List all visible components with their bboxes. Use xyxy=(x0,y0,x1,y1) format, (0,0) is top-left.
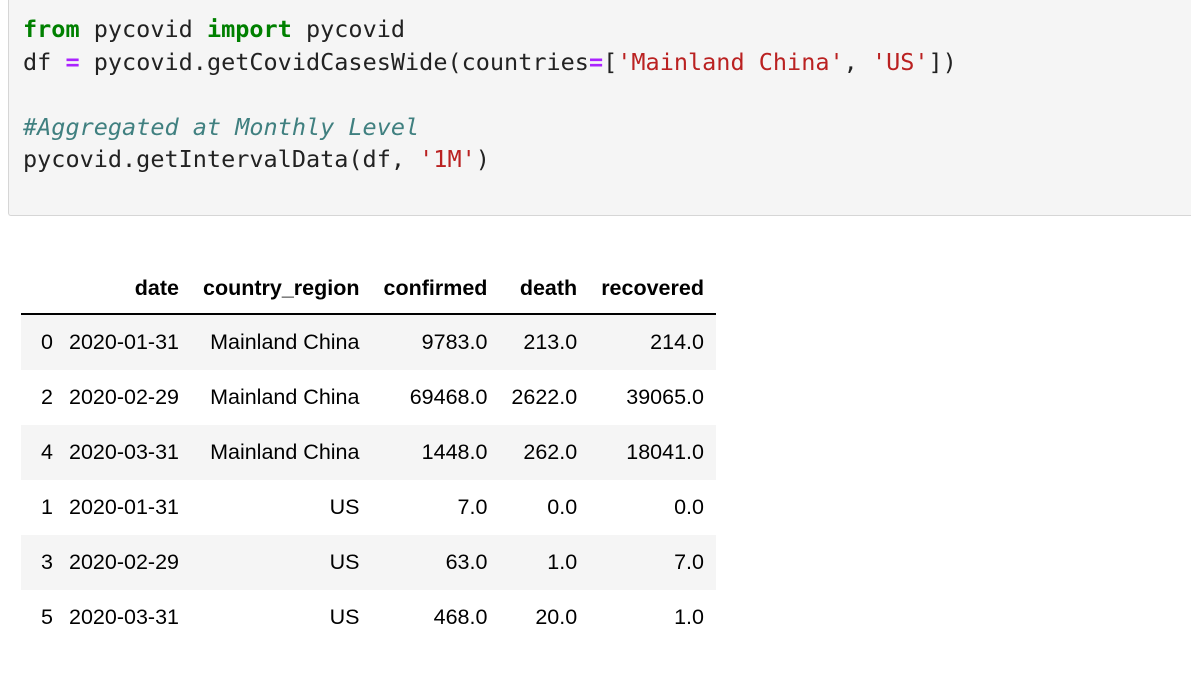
recovered-cell: 18041.0 xyxy=(626,440,704,464)
code-line: #Aggregated at Monthly Level xyxy=(23,113,419,141)
country-region-cell: Mainland China xyxy=(210,330,360,354)
confirmed-cell: 7.0 xyxy=(457,495,488,519)
code-token: #Aggregated at Monthly Level xyxy=(23,112,420,141)
death-cell: 262.0 xyxy=(523,440,578,464)
table-header-row: date country_region confirmed death reco… xyxy=(21,263,716,314)
confirmed-cell: 63.0 xyxy=(445,550,488,574)
date-cell: 2020-03-31 xyxy=(69,440,179,464)
code-token: pycovid.getIntervalData(df, xyxy=(23,145,420,173)
recovered-cell: 214.0 xyxy=(650,330,704,354)
country-region-cell: Mainland China xyxy=(210,385,360,409)
death-column-header: death xyxy=(519,275,578,300)
index-column-header xyxy=(21,263,59,314)
code-token: 'Mainland China' xyxy=(617,47,844,76)
date-cell: 2020-02-29 xyxy=(69,385,179,409)
confirmed-cell: 468.0 xyxy=(433,605,488,629)
code-editor[interactable]: from pycovid import pycovid df = pycovid… xyxy=(23,13,957,176)
table-row: 5 2020-03-31 US 468.0 20.0 1.0 xyxy=(21,590,716,645)
row-index-cell: 4 xyxy=(41,440,53,464)
death-cell: 0.0 xyxy=(547,495,578,519)
code-token: 'US' xyxy=(871,47,929,76)
table-row: 0 2020-01-31 Mainland China 9783.0 213.0 214.… xyxy=(21,314,716,370)
recovered-column-header: recovered xyxy=(601,275,704,300)
row-index-cell: 3 xyxy=(41,550,53,574)
death-cell: 20.0 xyxy=(535,605,578,629)
code-token: , xyxy=(843,47,872,76)
code-token: ]) xyxy=(928,47,957,76)
code-token: = xyxy=(65,47,80,76)
country-region-column-header: country_region xyxy=(202,275,360,300)
confirmed-cell: 1448.0 xyxy=(421,440,488,464)
code-token: import xyxy=(206,15,292,43)
output-dataframe-table: date country_region confirmed death reco… xyxy=(21,263,716,645)
code-token: = xyxy=(588,47,604,76)
code-token: pycovid xyxy=(291,15,406,43)
death-cell: 213.0 xyxy=(523,330,578,354)
recovered-cell: 1.0 xyxy=(674,605,704,629)
code-token: ) xyxy=(475,145,490,173)
country-region-cell: US xyxy=(329,605,360,629)
code-line: df = pycovid.getCovidCasesWide(countries… xyxy=(23,48,957,76)
date-column-header: date xyxy=(134,275,179,300)
confirmed-cell: 9783.0 xyxy=(421,330,488,354)
recovered-cell: 0.0 xyxy=(674,495,704,519)
code-token: [ xyxy=(603,47,618,76)
date-cell: 2020-01-31 xyxy=(69,495,179,519)
recovered-cell: 39065.0 xyxy=(626,385,704,409)
confirmed-column-header: confirmed xyxy=(383,275,488,300)
code-input-cell[interactable]: from pycovid import pycovid df = pycovid… xyxy=(8,0,1191,216)
code-line: from pycovid import pycovid xyxy=(23,15,405,43)
country-region-cell: US xyxy=(329,495,360,519)
table-row: 1 2020-01-31 US 7.0 0.0 0.0 xyxy=(21,480,716,535)
table-row: 3 2020-02-29 US 63.0 1.0 7.0 xyxy=(21,535,716,590)
date-cell: 2020-01-31 xyxy=(69,330,179,354)
code-line: pycovid.getIntervalData(df, '1M') xyxy=(23,145,490,173)
code-token: df xyxy=(23,47,66,76)
table-row: 2 2020-02-29 Mainland China 69468.0 2622.0 39… xyxy=(21,370,716,425)
date-cell: 2020-02-29 xyxy=(69,550,179,574)
table-row: 4 2020-03-31 Mainland China 1448.0 262.0 1804… xyxy=(21,425,716,480)
code-token: pycovid xyxy=(79,15,207,43)
row-index-cell: 1 xyxy=(41,495,53,519)
row-index-cell: 5 xyxy=(41,605,53,629)
recovered-cell: 7.0 xyxy=(674,550,704,574)
code-token: '1M' xyxy=(419,145,476,173)
death-cell: 2622.0 xyxy=(511,385,578,409)
death-cell: 1.0 xyxy=(547,550,578,574)
country-region-cell: Mainland China xyxy=(210,440,360,464)
row-index-cell: 0 xyxy=(41,330,53,354)
confirmed-cell: 69468.0 xyxy=(409,385,488,409)
code-token: pycovid.getCovidCasesWide(countries xyxy=(79,47,589,76)
date-cell: 2020-03-31 xyxy=(69,605,179,629)
row-index-cell: 2 xyxy=(41,385,53,409)
code-token: from xyxy=(23,15,80,43)
country-region-cell: US xyxy=(329,550,360,574)
